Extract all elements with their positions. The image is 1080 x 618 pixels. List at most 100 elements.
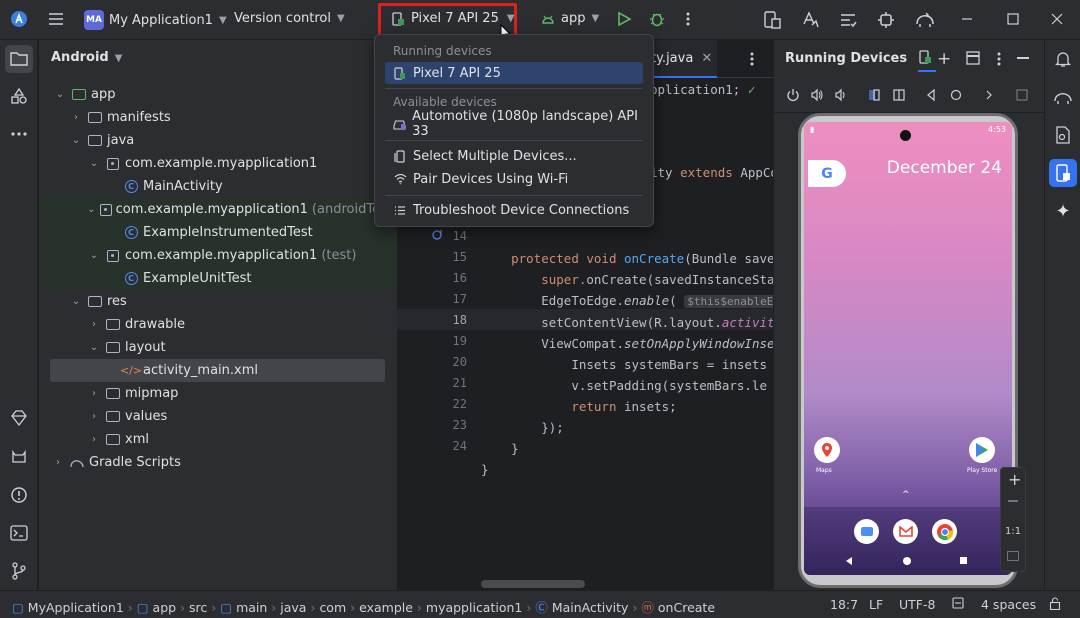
breadcrumb-item[interactable]: MyApplication1 bbox=[28, 600, 124, 615]
tree-node-exampleunittest[interactable]: C ExampleUnitTest bbox=[39, 267, 397, 290]
volume-down-button[interactable] bbox=[834, 88, 848, 106]
problems-tool-button[interactable] bbox=[5, 481, 33, 509]
layout-inspector-button[interactable] bbox=[838, 10, 858, 30]
tree-node-activity-main-xml[interactable]: </> activity_main.xml bbox=[50, 359, 385, 382]
tree-node-package-androidtest[interactable]: ⌄ com.example.myapplication1 (androidTest) bbox=[39, 198, 397, 221]
device-manager-button[interactable] bbox=[762, 10, 782, 30]
indent-setting[interactable]: 4 spaces bbox=[981, 597, 1036, 612]
device-option-pixel7[interactable]: Pixel 7 API 25 bbox=[385, 62, 643, 84]
version-control-menu[interactable]: Version control ▼ bbox=[234, 11, 345, 26]
tree-node-app[interactable]: ⌄ app bbox=[39, 83, 397, 106]
editor-tab-mainactivity[interactable]: ty.java ✕ bbox=[651, 40, 717, 78]
translate-button[interactable] bbox=[800, 10, 820, 30]
tree-node-exampleinstrumentedtest[interactable]: C ExampleInstrumentedTest bbox=[39, 221, 397, 244]
tab-options-button[interactable] bbox=[747, 51, 757, 71]
device-tab[interactable] bbox=[918, 50, 936, 72]
readonly-toggle-icon[interactable] bbox=[952, 597, 964, 612]
horizontal-scrollbar[interactable] bbox=[481, 580, 585, 588]
notifications-button[interactable] bbox=[1049, 45, 1077, 73]
tree-node-layout[interactable]: ⌄ layout bbox=[39, 336, 397, 359]
emulator-screen[interactable]: ▮ 4:53 December 24 G Maps Play Store ^ bbox=[804, 122, 1012, 575]
run-config-selector[interactable]: app ▼ bbox=[541, 11, 599, 26]
gemini-sparkle-icon[interactable]: ✦ bbox=[1049, 197, 1077, 225]
pair-devices-wifi-item[interactable]: Pair Devices Using Wi-Fi bbox=[385, 168, 643, 190]
breadcrumb-item[interactable]: example bbox=[359, 600, 413, 615]
home-button[interactable] bbox=[949, 88, 963, 106]
android-studio-logo[interactable] bbox=[10, 10, 28, 28]
gemini-tool-button[interactable] bbox=[5, 404, 33, 432]
google-search-widget[interactable]: G bbox=[808, 160, 846, 187]
gradle-tool-button[interactable] bbox=[1049, 83, 1077, 111]
nav-back-icon[interactable] bbox=[846, 557, 852, 565]
terminal-tool-button[interactable] bbox=[5, 519, 33, 547]
zoom-out-icon[interactable] bbox=[1008, 500, 1018, 502]
chrome-app-icon[interactable] bbox=[932, 519, 957, 544]
volume-up-button[interactable] bbox=[810, 88, 824, 106]
gradle-sync-button[interactable] bbox=[914, 10, 936, 30]
power-button[interactable] bbox=[786, 88, 800, 106]
run-button[interactable] bbox=[616, 11, 632, 27]
logcat-tool-button[interactable] bbox=[5, 443, 33, 471]
caret-position[interactable]: 18:7 bbox=[830, 597, 858, 612]
debug-button[interactable] bbox=[648, 10, 666, 28]
maximize-button[interactable] bbox=[1006, 12, 1020, 26]
tree-node-package-main[interactable]: ⌄ com.example.myapplication1 bbox=[39, 152, 397, 175]
breadcrumb-item[interactable]: java bbox=[280, 600, 306, 615]
layout-options-button[interactable] bbox=[966, 51, 980, 69]
breadcrumb-item[interactable]: app bbox=[153, 600, 177, 615]
hide-panel-icon[interactable] bbox=[1017, 57, 1029, 59]
line-separator[interactable]: LF bbox=[869, 597, 883, 612]
tree-node-gradle-scripts[interactable]: › Gradle Scripts bbox=[39, 451, 397, 474]
override-gutter-icon[interactable] bbox=[432, 229, 444, 245]
project-tool-button[interactable] bbox=[5, 45, 33, 73]
project-view-selector[interactable]: Android ▼ bbox=[51, 50, 122, 65]
zoom-in-icon[interactable]: + bbox=[1008, 470, 1021, 489]
running-devices-tool-button[interactable] bbox=[1049, 159, 1077, 187]
breadcrumb-item[interactable]: MainActivity bbox=[552, 600, 629, 615]
tree-node-values[interactable]: › values bbox=[39, 405, 397, 428]
minimize-button[interactable] bbox=[960, 12, 974, 26]
select-multiple-devices-item[interactable]: Select Multiple Devices... bbox=[385, 145, 643, 167]
tree-node-xml[interactable]: › xml bbox=[39, 428, 397, 451]
sdk-manager-button[interactable] bbox=[876, 10, 896, 30]
tree-node-java[interactable]: ⌄ java bbox=[39, 129, 397, 152]
code-block[interactable]: protected void onCreate(Bundle save supe… bbox=[481, 227, 790, 480]
project-selector[interactable]: MA My Application1 ▼ bbox=[84, 10, 227, 30]
more-actions-button[interactable] bbox=[683, 11, 693, 27]
main-menu-icon[interactable] bbox=[47, 11, 65, 27]
tree-node-res[interactable]: ⌄ res bbox=[39, 290, 397, 313]
tree-node-manifests[interactable]: › manifests bbox=[39, 106, 397, 129]
breadcrumb-item[interactable]: src bbox=[189, 600, 207, 615]
breadcrumb-item[interactable]: main bbox=[236, 600, 267, 615]
nav-home-icon[interactable] bbox=[903, 557, 911, 565]
breadcrumb-item[interactable]: com bbox=[319, 600, 346, 615]
tree-node-package-test[interactable]: ⌄ com.example.myapplication1 (test) bbox=[39, 244, 397, 267]
gmail-app-icon[interactable] bbox=[893, 519, 918, 544]
troubleshoot-connections-item[interactable]: Troubleshoot Device Connections bbox=[385, 199, 643, 221]
close-tab-icon[interactable]: ✕ bbox=[701, 51, 712, 66]
rotate-left-button[interactable] bbox=[867, 88, 881, 106]
nav-recents-icon[interactable] bbox=[960, 557, 967, 564]
resource-manager-button[interactable] bbox=[5, 82, 33, 110]
device-option-automotive[interactable]: Automotive (1080p landscape) API 33 bbox=[385, 109, 643, 139]
overview-button[interactable] bbox=[983, 88, 995, 106]
app-drawer-handle-icon[interactable]: ^ bbox=[902, 490, 910, 500]
back-button[interactable] bbox=[925, 88, 937, 106]
close-window-button[interactable] bbox=[1050, 12, 1064, 26]
screenshot-button[interactable] bbox=[1015, 88, 1029, 106]
lock-icon[interactable] bbox=[1049, 597, 1061, 613]
play-store-app-icon[interactable] bbox=[969, 437, 995, 463]
breadcrumb-item[interactable]: onCreate bbox=[658, 600, 715, 615]
file-encoding[interactable]: UTF-8 bbox=[899, 597, 935, 612]
add-device-icon[interactable]: + bbox=[937, 49, 951, 69]
messages-app-icon[interactable] bbox=[854, 519, 879, 544]
git-tool-button[interactable] bbox=[5, 557, 33, 585]
maps-app-icon[interactable] bbox=[814, 437, 840, 463]
zoom-fit-icon[interactable] bbox=[1007, 551, 1019, 561]
tree-node-mipmap[interactable]: › mipmap bbox=[39, 382, 397, 405]
more-tools-button[interactable] bbox=[5, 120, 33, 148]
tree-node-mainactivity[interactable]: C MainActivity bbox=[39, 175, 397, 198]
breadcrumb-item[interactable]: myapplication1 bbox=[426, 600, 522, 615]
device-file-explorer-button[interactable] bbox=[1049, 121, 1077, 149]
rotate-right-button[interactable] bbox=[892, 88, 906, 106]
